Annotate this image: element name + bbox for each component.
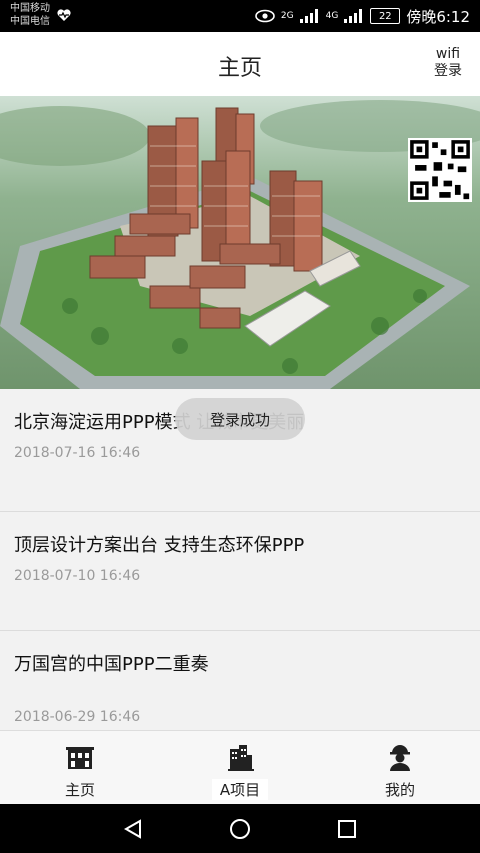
worker-profile-icon: [390, 745, 410, 771]
news-date: 2018-07-16 16:46: [14, 445, 141, 461]
news-title: 顶层设计方案出台 支持生态环保PPP: [14, 535, 305, 556]
news-item-2[interactable]: 顶层设计方案出台 支持生态环保PPP 2018-07-10 16:46: [0, 512, 480, 631]
page-title: 主页: [217, 56, 262, 81]
tab-mine[interactable]: 我的: [320, 731, 480, 805]
tab-projects[interactable]: A项目: [160, 731, 320, 805]
home-building-icon: [66, 747, 94, 769]
battery-icon: 22: [370, 8, 401, 24]
clock: 傍晚6:12: [406, 7, 470, 26]
qr-code-icon[interactable]: [408, 138, 472, 202]
carrier-info: 中国移动 中国电信: [10, 2, 50, 28]
battery-level: 22: [378, 10, 392, 22]
carrier-2-label: 中国电信: [10, 16, 50, 27]
system-nav-bar: [0, 804, 480, 853]
login-success-toast: 登录成功: [175, 398, 305, 440]
news-list: 北京海淀运用PPP模式 让城市更美丽 2018-07-16 16:46 顶层设计…: [0, 389, 480, 730]
news-date: 2018-06-29 16:46: [14, 709, 141, 725]
news-date: 2018-07-10 16:46: [14, 568, 141, 584]
wifi-login-button[interactable]: wifi 登录: [428, 46, 468, 80]
back-icon[interactable]: [122, 818, 144, 840]
news-title: 万国宫的中国PPP二重奏: [14, 654, 209, 675]
recent-apps-icon[interactable]: [336, 818, 358, 840]
carrier-1-label: 中国移动: [10, 3, 50, 14]
heart-rate-icon: [57, 9, 71, 21]
wifi-label: wifi: [435, 46, 461, 62]
news-item-3[interactable]: 万国宫的中国PPP二重奏 2018-06-29 16:46: [0, 631, 480, 730]
signal-2-icon: [344, 9, 364, 23]
status-bar: 中国移动 中国电信 2G 4G 22 傍晚6:12: [0, 0, 480, 32]
tab-home[interactable]: 主页: [0, 731, 160, 805]
tab-home-label: 主页: [64, 781, 95, 799]
bottom-nav: 主页 A项目 我的: [0, 730, 480, 805]
banner-image[interactable]: [0, 96, 480, 389]
projects-building-icon: [228, 745, 254, 771]
tab-projects-label: A项目: [212, 779, 268, 800]
tab-mine-label: 我的: [384, 781, 415, 799]
home-circle-icon[interactable]: [229, 818, 251, 840]
login-label: 登录: [434, 63, 462, 79]
app-bar: 主页 wifi 登录: [0, 32, 480, 96]
network-type-2: 4G: [325, 11, 339, 21]
signal-1-icon: [299, 9, 320, 23]
eye-icon: [255, 9, 275, 23]
network-type-1: 2G: [280, 11, 294, 21]
